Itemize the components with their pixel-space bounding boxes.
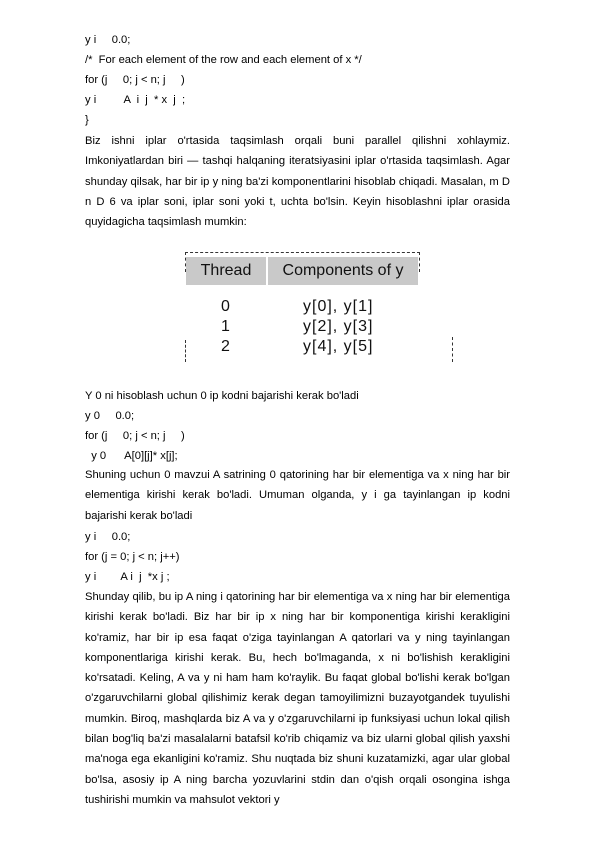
code-line: y 0 A[0][j]* x[j];: [85, 450, 178, 462]
table-border-top: [185, 252, 420, 253]
table-cell-thread: 2: [221, 338, 230, 355]
table-cell-components: y[0], y[1]: [303, 298, 374, 315]
paragraph-intro: Biz ishni iplar o'rtasida taqsimlash orq…: [85, 135, 510, 229]
code-line: }: [85, 114, 89, 126]
code-line: y 0 0.0;: [85, 410, 135, 422]
code-line: y i 0.0;: [85, 34, 131, 46]
code-line: for (j 0; j < n; j ): [85, 430, 185, 442]
code-line: for (j = 0; j < n; j++): [85, 551, 180, 563]
table-header-thread: Thread: [186, 257, 266, 285]
paragraph-discussion: Shunday qilib, bu ip A ning i qatorining…: [85, 591, 510, 806]
code-line: for (j 0; j < n; j ): [85, 74, 185, 86]
table-cell-thread: 1: [221, 318, 230, 335]
paragraph-access: Shuning uchun 0 mavzui A satrining 0 qat…: [85, 469, 510, 522]
code-line: y i A i j *x j ;: [85, 571, 170, 583]
table-cell-thread: 0: [221, 298, 230, 315]
sentence: Y 0 ni hisoblash uchun 0 ip kodni bajari…: [85, 390, 359, 402]
thread-distribution-table: Thread Components of y 0 y[0], y[1] 1 y[…: [185, 252, 453, 370]
table-cell-components: y[2], y[3]: [303, 318, 374, 335]
table-cell-components: y[4], y[5]: [303, 338, 374, 355]
table-border: [419, 252, 420, 272]
code-comment: /* For each element of the row and each …: [85, 54, 362, 66]
table-border: [452, 337, 453, 362]
table-header-components: Components of y: [268, 257, 418, 285]
code-line: y i A i j * x j ;: [85, 94, 186, 106]
table-border: [185, 340, 186, 362]
code-line: y i 0.0;: [85, 531, 131, 543]
